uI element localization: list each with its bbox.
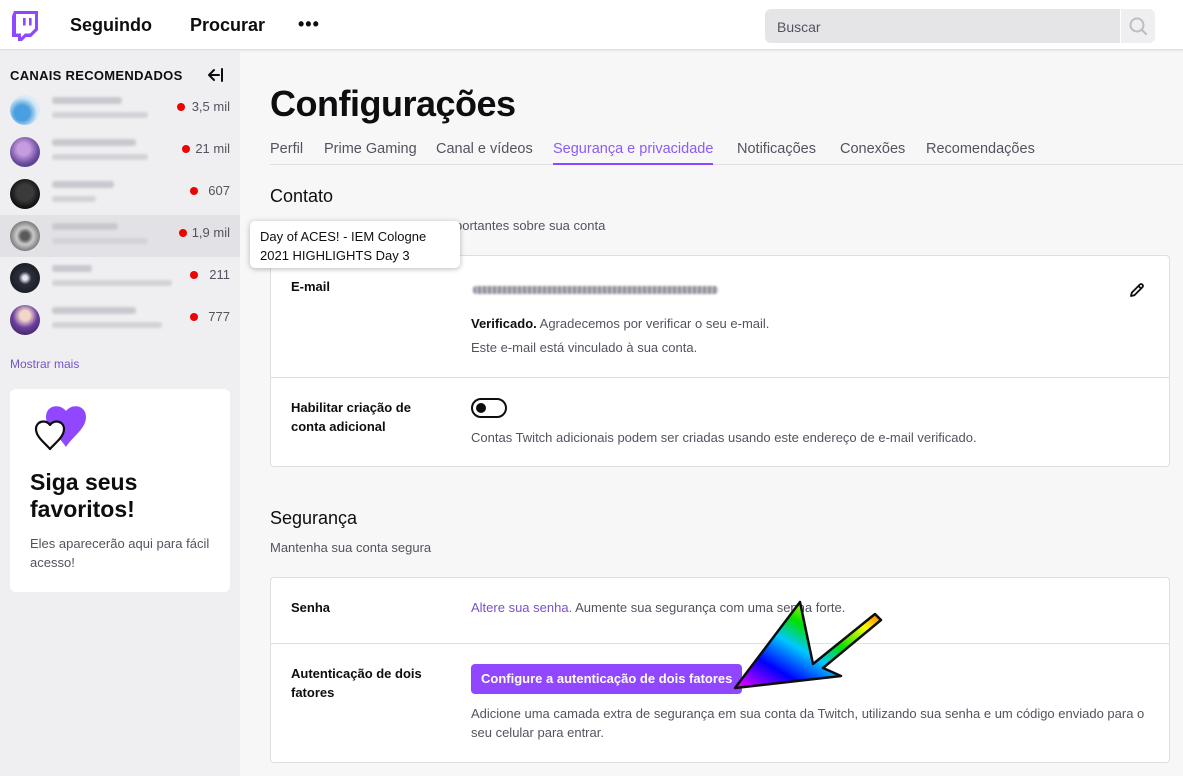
avatar bbox=[10, 137, 40, 167]
channel-game-blurred bbox=[52, 196, 96, 202]
channel-game-blurred bbox=[52, 154, 148, 160]
tab-security-privacy[interactable]: Segurança e privacidade bbox=[553, 141, 714, 165]
rainbow-arrow-icon bbox=[733, 600, 883, 690]
email-label: E-mail bbox=[291, 279, 331, 294]
email-linked-text: Este e-mail está vinculado à sua conta. bbox=[471, 340, 698, 355]
viewer-count: 3,5 mil bbox=[191, 99, 230, 114]
channel-game-blurred bbox=[52, 112, 148, 118]
change-password-link[interactable]: Altere sua senha. bbox=[471, 600, 572, 615]
nav-following-link[interactable]: Seguindo bbox=[70, 15, 152, 36]
viewer-count: 607 bbox=[208, 183, 230, 198]
show-more-link[interactable]: Mostrar mais bbox=[10, 357, 79, 371]
channel-name-blurred bbox=[52, 307, 136, 314]
email-row: E-mail Verificado. Agradecemos por verif… bbox=[271, 256, 1169, 377]
tab-profile[interactable]: Perfil bbox=[270, 141, 303, 165]
channel-item[interactable]: 211 bbox=[0, 257, 240, 299]
contact-card: E-mail Verificado. Agradecemos por verif… bbox=[270, 255, 1170, 467]
contact-section-subtitle: portantes sobre sua conta bbox=[455, 218, 606, 233]
verified-label: Verificado. bbox=[471, 316, 537, 331]
channel-item[interactable]: 21 mil bbox=[0, 131, 240, 173]
tab-recommendations[interactable]: Recomendações bbox=[926, 141, 1035, 165]
search-button[interactable] bbox=[1121, 9, 1155, 43]
tab-prime-gaming[interactable]: Prime Gaming bbox=[324, 141, 417, 165]
password-row: Senha Altere sua senha. Aumente sua segu… bbox=[271, 578, 1169, 643]
promo-text: Eles aparecerão aqui para fácil acesso! bbox=[30, 536, 210, 570]
channel-item[interactable]: 607 bbox=[0, 173, 240, 215]
live-indicator bbox=[177, 103, 185, 111]
email-verified-text: Verificado. Agradecemos por verificar o … bbox=[471, 314, 769, 333]
viewer-count: 21 mil bbox=[195, 141, 230, 156]
promo-title: Siga seus favoritos! bbox=[30, 469, 138, 522]
channel-game-blurred bbox=[52, 322, 162, 328]
email-value-blurred bbox=[473, 286, 718, 294]
password-label: Senha bbox=[291, 600, 331, 615]
additional-account-desc: Contas Twitch adicionais podem ser criad… bbox=[471, 430, 977, 445]
additional-account-label: Habilitar criação de conta adicional bbox=[291, 400, 411, 434]
pencil-icon[interactable] bbox=[1129, 282, 1145, 298]
verified-text: Agradecemos por verificar o seu e-mail. bbox=[536, 316, 770, 331]
contact-section-title: Contato bbox=[270, 186, 334, 206]
security-section-subtitle: Mantenha sua conta segura bbox=[270, 540, 432, 555]
channel-name-blurred bbox=[52, 181, 114, 188]
live-indicator bbox=[179, 229, 187, 237]
twitch-logo-icon[interactable] bbox=[12, 11, 38, 41]
viewer-count: 1,9 mil bbox=[191, 225, 230, 240]
avatar bbox=[10, 179, 40, 209]
channel-name-blurred bbox=[52, 223, 118, 230]
setup-two-factor-button[interactable]: Configure a autenticação de dois fatores bbox=[471, 664, 743, 694]
live-indicator bbox=[190, 313, 198, 321]
top-nav: Seguindo Procurar ••• Buscar bbox=[0, 0, 1183, 50]
additional-account-toggle[interactable] bbox=[471, 398, 507, 418]
tab-notifications[interactable]: Notificações bbox=[737, 141, 816, 165]
sidebar: CANAIS RECOMENDADOS 3,5 mil 21 mil 607 1… bbox=[0, 51, 240, 776]
channel-item[interactable]: 3,5 mil bbox=[0, 89, 240, 131]
more-menu-button[interactable]: ••• bbox=[298, 14, 320, 35]
toggle-knob bbox=[476, 403, 486, 413]
channel-name-blurred bbox=[52, 139, 136, 146]
search-input[interactable]: Buscar bbox=[765, 9, 1120, 43]
live-indicator bbox=[182, 145, 190, 153]
viewer-count: 211 bbox=[209, 267, 230, 282]
two-factor-desc: Adicione uma camada extra de segurança e… bbox=[471, 706, 1145, 740]
nav-browse-link[interactable]: Procurar bbox=[190, 15, 265, 36]
viewer-count: 777 bbox=[208, 309, 230, 324]
follow-favorites-card: Siga seus favoritos! Eles aparecerão aqu… bbox=[10, 389, 230, 592]
tab-connections[interactable]: Conexões bbox=[840, 141, 905, 165]
channel-item[interactable]: 777 bbox=[0, 299, 240, 341]
sidebar-heading: CANAIS RECOMENDADOS bbox=[10, 68, 183, 83]
additional-account-row: Habilitar criação de conta adicional Con… bbox=[271, 377, 1169, 466]
avatar bbox=[10, 263, 40, 293]
arrow-collapse-left-icon[interactable] bbox=[206, 67, 224, 83]
channel-game-blurred bbox=[52, 280, 172, 286]
security-card: Senha Altere sua senha. Aumente sua segu… bbox=[270, 577, 1170, 763]
settings-tabs: Perfil Prime Gaming Canal e vídeos Segur… bbox=[270, 141, 1183, 165]
avatar bbox=[10, 221, 40, 251]
tab-channel-videos[interactable]: Canal e vídeos bbox=[436, 141, 533, 165]
channel-name-blurred bbox=[52, 265, 92, 272]
channel-name-blurred bbox=[52, 97, 122, 104]
settings-main: Configurações Perfil Prime Gaming Canal … bbox=[240, 51, 1183, 776]
live-indicator bbox=[190, 187, 198, 195]
security-section-title: Segurança bbox=[270, 508, 358, 528]
two-factor-label: Autenticação de dois fatores bbox=[291, 666, 422, 700]
search-icon bbox=[1129, 17, 1148, 36]
avatar bbox=[10, 305, 40, 335]
live-indicator bbox=[190, 271, 198, 279]
channel-game-blurred bbox=[52, 238, 148, 244]
channel-tooltip: Day of ACES! - IEM Cologne 2021 HIGHLIGH… bbox=[250, 221, 460, 268]
channel-item[interactable]: 1,9 mil bbox=[0, 215, 240, 257]
hearts-icon bbox=[34, 406, 86, 451]
avatar bbox=[10, 95, 40, 125]
two-factor-row: Autenticação de dois fatores Configure a… bbox=[271, 643, 1169, 762]
page-title: Configurações bbox=[270, 83, 516, 124]
